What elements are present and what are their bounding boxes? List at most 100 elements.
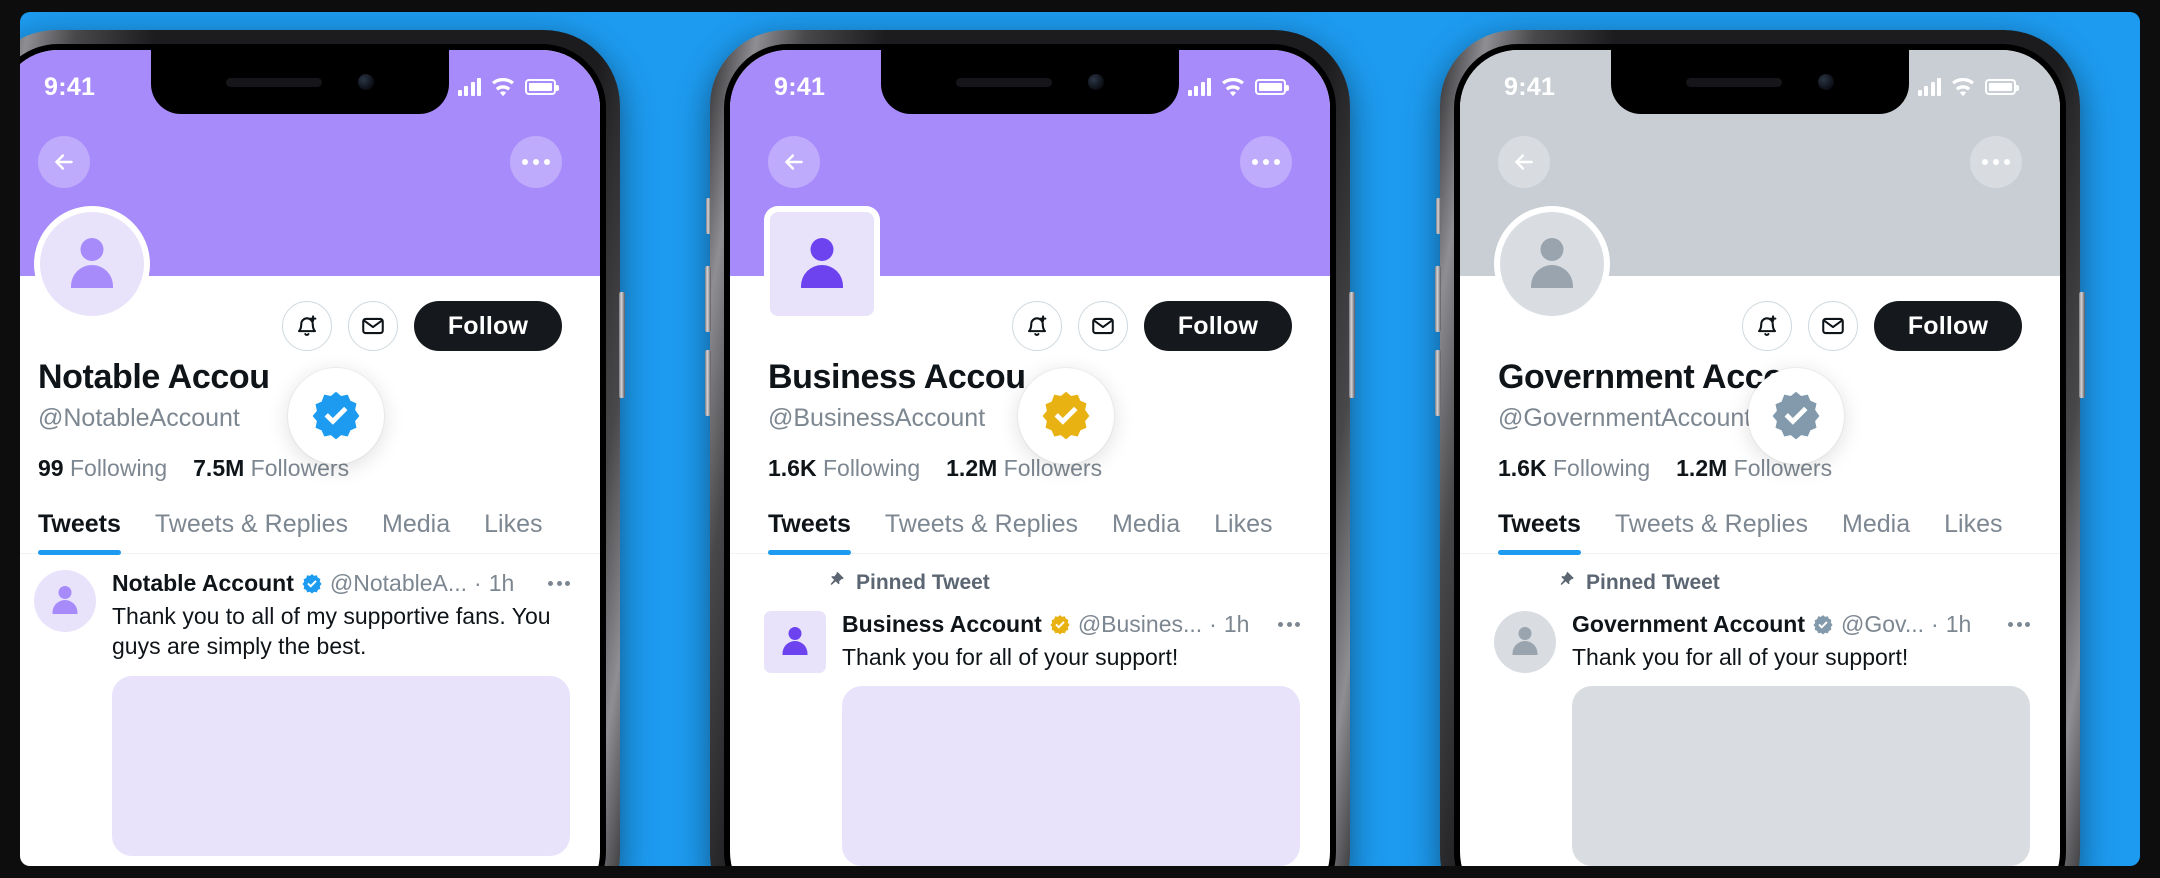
message-button[interactable] bbox=[1808, 301, 1858, 351]
tweet-author-handle: @Gov... bbox=[1841, 611, 1925, 637]
power-button[interactable] bbox=[2079, 292, 2085, 398]
phone-government: 9:41 Follow Government Accou @GovernmentAcc… bbox=[1435, 30, 2085, 866]
tab-tweets-replies[interactable]: Tweets & Replies bbox=[155, 510, 348, 553]
profile-stats: 1.6K Following 1.2M Followers bbox=[768, 455, 1292, 482]
back-button[interactable] bbox=[768, 136, 820, 188]
following-stat[interactable]: 1.6K Following bbox=[1498, 455, 1650, 482]
notify-button[interactable] bbox=[1742, 301, 1792, 351]
status-time: 9:41 bbox=[1504, 72, 1556, 101]
profile-tabs: Tweets Tweets & Replies Media Likes bbox=[730, 510, 1330, 555]
tab-tweets[interactable]: Tweets bbox=[38, 510, 121, 555]
banner-controls bbox=[20, 136, 600, 188]
avatar-image bbox=[1500, 212, 1604, 316]
tweet-timestamp: 1h bbox=[488, 570, 515, 596]
verification-badge-callout bbox=[288, 368, 384, 464]
tab-media[interactable]: Media bbox=[1842, 510, 1910, 553]
tweet-author-name: Notable Account bbox=[112, 570, 294, 596]
person-icon bbox=[64, 238, 120, 290]
volume-up-button[interactable] bbox=[705, 266, 711, 332]
back-button[interactable] bbox=[1498, 136, 1550, 188]
profile-section: Follow Government Accou @GovernmentAccount… bbox=[1460, 206, 2060, 482]
verified-badge-icon bbox=[301, 573, 323, 595]
pinned-text: Pinned Tweet bbox=[1586, 570, 1720, 594]
blue-backdrop: 9:41 Follow Notable Accou @NotableAccount 99… bbox=[20, 12, 2140, 866]
tweet-item[interactable]: Business Account @Busines... · 1h Thank you … bbox=[730, 595, 1330, 866]
tweet-media-attachment[interactable] bbox=[842, 686, 1300, 866]
tweet-avatar[interactable] bbox=[1494, 611, 1556, 673]
tab-tweets-replies[interactable]: Tweets & Replies bbox=[885, 510, 1078, 553]
tweet-header: Business Account @Busines... · 1h bbox=[842, 611, 1300, 638]
profile-section: Follow Notable Accou @NotableAccount 99 Fol… bbox=[20, 206, 600, 482]
followers-count: 1.2M bbox=[1676, 455, 1728, 481]
tab-tweets[interactable]: Tweets bbox=[768, 510, 851, 555]
tab-tweets[interactable]: Tweets bbox=[1498, 510, 1581, 555]
battery-icon bbox=[525, 79, 559, 95]
tab-media[interactable]: Media bbox=[382, 510, 450, 553]
person-icon bbox=[794, 238, 850, 290]
tweet-avatar[interactable] bbox=[764, 611, 826, 673]
profile-avatar[interactable] bbox=[1494, 206, 1610, 322]
tweet-more-button[interactable] bbox=[1998, 622, 2030, 627]
more-dots-icon bbox=[522, 159, 550, 165]
cellular-signal-icon bbox=[1917, 78, 1941, 96]
status-indicators bbox=[457, 77, 559, 97]
tweet-more-button[interactable] bbox=[538, 581, 570, 586]
tab-likes[interactable]: Likes bbox=[1214, 510, 1272, 553]
tab-likes[interactable]: Likes bbox=[484, 510, 542, 553]
wifi-icon bbox=[1222, 77, 1244, 96]
pinned-tweet-label: Pinned Tweet bbox=[730, 554, 1330, 595]
profile-stats: 1.6K Following 1.2M Followers bbox=[1498, 455, 2022, 482]
banner-controls bbox=[1460, 136, 2060, 188]
power-button[interactable] bbox=[619, 292, 625, 398]
tweet-header: Government Account @Gov... · 1h bbox=[1572, 611, 2030, 638]
profile-avatar[interactable] bbox=[34, 206, 150, 322]
tweet-header: Notable Account @NotableA... · 1h bbox=[112, 570, 570, 597]
follow-button[interactable]: Follow bbox=[1144, 301, 1292, 351]
more-options-button[interactable] bbox=[1240, 136, 1292, 188]
tweet-separator: · bbox=[1209, 611, 1217, 637]
phone-bezel: 9:41 Follow Government Accou @GovernmentAcc… bbox=[1454, 44, 2066, 866]
silent-switch[interactable] bbox=[706, 198, 711, 234]
power-button[interactable] bbox=[1349, 292, 1355, 398]
tweet-item[interactable]: Notable Account @NotableA... · 1h Thank you … bbox=[20, 554, 600, 856]
volume-down-button[interactable] bbox=[705, 350, 711, 416]
message-button[interactable] bbox=[348, 301, 398, 351]
more-options-button[interactable] bbox=[1970, 136, 2022, 188]
tweet-content: Notable Account @NotableA... · 1h Thank you … bbox=[112, 570, 570, 856]
avatar-image bbox=[40, 212, 144, 316]
following-label: Following bbox=[1552, 455, 1651, 481]
tab-tweets-replies[interactable]: Tweets & Replies bbox=[1615, 510, 1808, 553]
tweet-media-attachment[interactable] bbox=[112, 675, 570, 856]
following-label: Following bbox=[69, 455, 168, 481]
tweet-media-attachment[interactable] bbox=[1572, 686, 2030, 866]
volume-up-button[interactable] bbox=[1435, 266, 1441, 332]
notify-button[interactable] bbox=[282, 301, 332, 351]
following-stat[interactable]: 99 Following bbox=[38, 455, 167, 482]
pinned-text: Pinned Tweet bbox=[856, 570, 990, 594]
tab-media[interactable]: Media bbox=[1112, 510, 1180, 553]
follow-button[interactable]: Follow bbox=[1874, 301, 2022, 351]
message-button[interactable] bbox=[1078, 301, 1128, 351]
tweet-item[interactable]: Government Account @Gov... · 1h Thank you fo… bbox=[1460, 595, 2060, 866]
cellular-signal-icon bbox=[1187, 78, 1211, 96]
tweet-author-handle: @Busines... bbox=[1077, 611, 1203, 637]
more-options-button[interactable] bbox=[510, 136, 562, 188]
phone-bezel: 9:41 Follow Business Accou @BusinessAccount… bbox=[724, 44, 1336, 866]
tab-likes[interactable]: Likes bbox=[1944, 510, 2002, 553]
profile-avatar[interactable] bbox=[764, 206, 880, 322]
status-indicators bbox=[1917, 77, 2019, 97]
banner-controls bbox=[730, 136, 1330, 188]
person-icon bbox=[1524, 238, 1580, 290]
volume-down-button[interactable] bbox=[1435, 350, 1441, 416]
silent-switch[interactable] bbox=[1436, 198, 1441, 234]
following-stat[interactable]: 1.6K Following bbox=[768, 455, 920, 482]
tweet-avatar[interactable] bbox=[34, 570, 96, 632]
back-button[interactable] bbox=[38, 136, 90, 188]
notify-button[interactable] bbox=[1012, 301, 1062, 351]
follow-button[interactable]: Follow bbox=[414, 301, 562, 351]
status-indicators bbox=[1187, 77, 1289, 97]
tweet-text: Thank you to all of my supportive fans. … bbox=[112, 603, 551, 660]
profile-stats: 99 Following 7.5M Followers bbox=[38, 455, 562, 482]
following-label: Following bbox=[822, 455, 921, 481]
tweet-more-button[interactable] bbox=[1268, 622, 1300, 627]
